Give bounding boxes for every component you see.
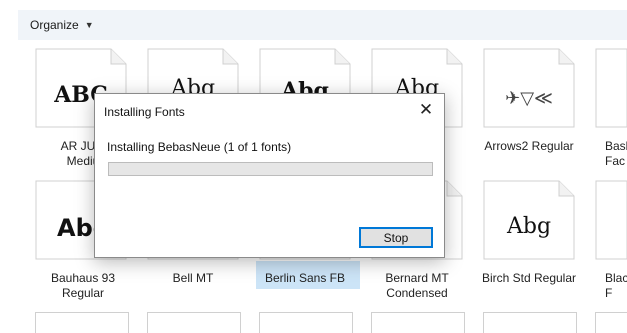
font-sample: Abg xyxy=(506,214,552,239)
font-name-line2: Fac xyxy=(605,154,626,168)
chevron-down-icon: ▼ xyxy=(84,20,94,30)
organize-menu[interactable]: Organize ▼ xyxy=(30,18,94,32)
organize-label: Organize xyxy=(30,18,79,32)
font-name-line1: Berlin Sans FB xyxy=(264,271,346,285)
font-name-line2: Condensed xyxy=(386,286,448,300)
stop-button[interactable]: Stop xyxy=(359,227,433,248)
font-tile[interactable] xyxy=(147,312,241,333)
font-tile[interactable] xyxy=(483,312,577,333)
font-file-icon xyxy=(595,48,627,128)
font-name-line1: Bernard MT xyxy=(385,271,449,285)
font-name-line1: Birch Std Regular xyxy=(481,271,577,285)
close-icon[interactable]: ✕ xyxy=(414,99,438,121)
font-name-line1: Arrows2 Regular xyxy=(484,139,574,153)
installing-fonts-dialog: Installing Fonts ✕ Installing BebasNeue … xyxy=(94,93,445,258)
install-progress-bar xyxy=(108,162,433,176)
font-name-line2: Regular xyxy=(61,286,105,300)
font-tile[interactable] xyxy=(35,312,129,333)
font-sample: ✈▽≪ xyxy=(505,88,553,109)
font-name-line1: Blac xyxy=(605,271,627,285)
font-name-line2: F xyxy=(605,286,613,300)
toolbar: Organize ▼ xyxy=(18,10,627,40)
font-name-line1: Bell MT xyxy=(172,271,214,285)
dialog-title: Installing Fonts xyxy=(104,105,185,119)
font-file-icon xyxy=(595,180,627,260)
font-name-line1: Bauhaus 93 xyxy=(50,271,116,285)
font-tile[interactable] xyxy=(595,312,627,333)
font-name-line1: Bask xyxy=(605,139,627,153)
font-tile[interactable] xyxy=(371,312,465,333)
install-status-message: Installing BebasNeue (1 of 1 fonts) xyxy=(107,140,292,154)
font-tile[interactable] xyxy=(259,312,353,333)
